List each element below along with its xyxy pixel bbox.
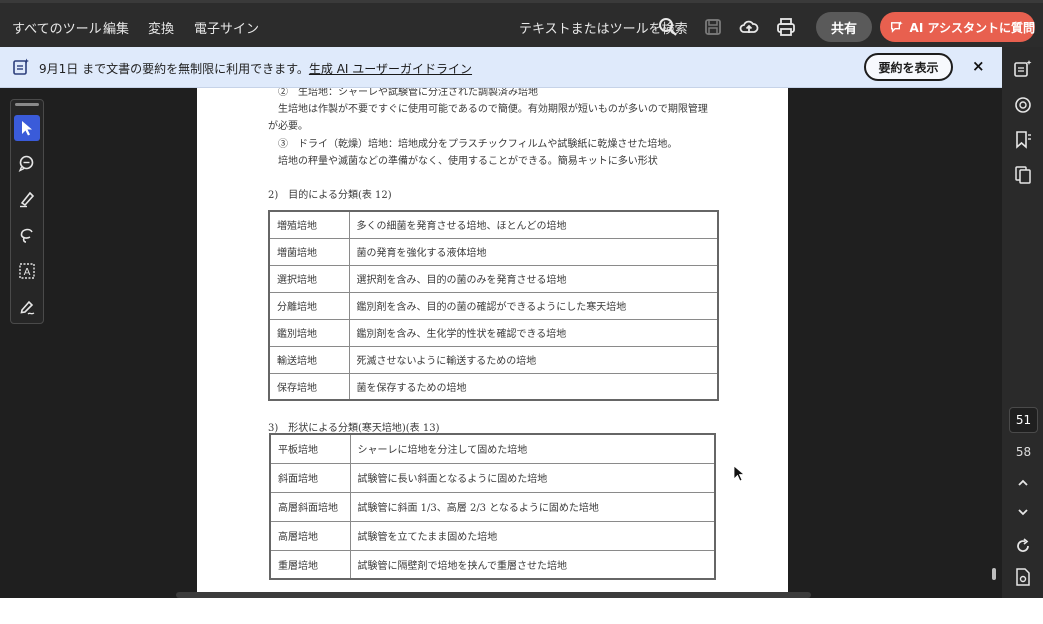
- tool-palette: A: [10, 99, 44, 324]
- table-cell-name: 鑑別培地: [268, 318, 350, 347]
- pages-icon[interactable]: [1013, 165, 1033, 185]
- table-cell-name: 高層斜面培地: [269, 491, 351, 522]
- table-cell-name: 重層培地: [269, 549, 351, 580]
- section-heading-shape: 3) 形状による分類(寒天培地)(表 13): [268, 423, 440, 434]
- upload-cloud-icon[interactable]: [738, 16, 760, 38]
- comment-tool[interactable]: [14, 150, 40, 176]
- save-icon[interactable]: [702, 16, 724, 38]
- table-cell-name: 増殖培地: [268, 210, 350, 239]
- document-page[interactable]: ② 生培地：シャーレや試験管に分注された調製済み培地 生培地は作製が不要ですぐに…: [197, 88, 788, 592]
- table-cell-desc: 試験管に隔壁剤で培地を挟んで重層させた培地: [349, 549, 716, 580]
- menu-all-tools[interactable]: すべてのツール: [12, 18, 102, 37]
- table-cell-desc: シャーレに培地を分注して固めた培地: [349, 433, 716, 464]
- acrobat-window: すべてのツール 編集 変換 電子サイン テキストまたはツールを検索 共有 AI …: [0, 0, 1043, 598]
- comment-icon[interactable]: [1013, 95, 1033, 115]
- doc-line: ② 生培地：シャーレや試験管に分注された調製済み培地: [278, 88, 538, 98]
- lasso-icon: [20, 228, 33, 243]
- table-cell-name: 分離培地: [268, 291, 350, 320]
- current-page-input[interactable]: 51: [1009, 407, 1038, 433]
- lasso-tool[interactable]: [14, 222, 40, 248]
- table-row: 鑑別培地 鑑別剤を含み、生化学的性状を確認できる培地: [268, 318, 719, 347]
- table-row: 高層培地 試験管を立てたまま固めた培地: [269, 520, 716, 551]
- table-row: 増菌培地 菌の発育を強化する液体培地: [268, 237, 719, 266]
- sign-tool[interactable]: [14, 294, 40, 320]
- menu-convert[interactable]: 変換: [148, 18, 174, 37]
- summary-icon[interactable]: [1013, 59, 1033, 79]
- page-settings-icon[interactable]: [1013, 567, 1033, 587]
- table-row: 高層斜面培地 試験管に斜面 1/3、高層 2/3 となるように固めた培地: [269, 491, 716, 522]
- section-heading-purpose: 2) 目的による分類(表 12): [268, 190, 392, 201]
- table-row: 選択培地 選択剤を含み、目的の菌のみを発育させる培地: [268, 264, 719, 293]
- genai-guideline-link[interactable]: 生成 AI ユーザーガイドライン: [309, 62, 472, 76]
- select-tool[interactable]: [14, 115, 40, 141]
- share-button[interactable]: 共有: [816, 12, 872, 42]
- table-12: 増殖培地 多くの細菌を発育させる培地、ほとんどの培地 増菌培地 菌の発育を強化する液…: [268, 210, 719, 401]
- chevron-down-icon[interactable]: [1013, 502, 1033, 522]
- table-cell-desc: 試験管に斜面 1/3、高層 2/3 となるように固めた培地: [349, 491, 716, 522]
- menu-edit[interactable]: 編集: [103, 18, 129, 37]
- ai-assistant-label: AI アシスタントに質問: [909, 20, 1035, 35]
- table-row: 増殖培地 多くの細菌を発育させる培地、ほとんどの培地: [268, 210, 719, 239]
- menu-esign[interactable]: 電子サイン: [194, 18, 259, 37]
- total-pages: 58: [1015, 445, 1032, 459]
- doc-line: が必要。: [268, 121, 308, 132]
- table-cell-name: 高層培地: [269, 520, 351, 551]
- show-summary-button[interactable]: 要約を表示: [864, 53, 953, 81]
- text-box-icon: A: [19, 263, 35, 279]
- mouse-cursor-icon: [733, 465, 745, 482]
- table-row: 分離培地 鑑別剤を含み、目的の菌の確認ができるようにした寒天培地: [268, 291, 719, 320]
- table-13: 平板培地 シャーレに培地を分注して固めた培地 斜面培地 試験管に長い斜面となるように…: [269, 433, 716, 580]
- table-cell-desc: 鑑別剤を含み、目的の菌の確認ができるようにした寒天培地: [348, 291, 719, 320]
- text-box-tool[interactable]: A: [14, 258, 40, 284]
- table-row: 保存培地 菌を保存するための培地: [268, 372, 719, 401]
- table-cell-name: 増菌培地: [268, 237, 350, 266]
- sign-pen-icon: [20, 300, 35, 315]
- table-row: 平板培地 シャーレに培地を分注して固めた培地: [269, 433, 716, 464]
- refresh-icon[interactable]: [1013, 536, 1033, 556]
- ai-summary-icon: [13, 58, 29, 75]
- ai-assistant-button[interactable]: AI アシスタントに質問: [880, 12, 1035, 42]
- table-cell-name: 保存培地: [268, 372, 350, 401]
- right-toolbar: 51 58: [1002, 47, 1043, 598]
- table-cell-desc: 試験管を立てたまま固めた培地: [349, 520, 716, 551]
- doc-line: ③ ドライ（乾燥）培地：培地成分をプラスチックフィルムや試験紙に乾燥させた培地。: [278, 139, 678, 150]
- banner-message: 9月1日 まで文書の要約を無制限に利用できます。生成 AI ユーザーガイドライン: [39, 60, 472, 77]
- palette-drag-handle[interactable]: [15, 103, 39, 106]
- table-cell-desc: 鑑別剤を含み、生化学的性状を確認できる培地: [348, 318, 719, 347]
- table-cell-name: 斜面培地: [269, 462, 351, 493]
- table-cell-name: 選択培地: [268, 264, 350, 293]
- banner-text: 9月1日 まで文書の要約を無制限に利用できます。: [39, 62, 309, 76]
- bookmark-icon[interactable]: [1013, 130, 1033, 150]
- table-cell-desc: 死滅させないように輸送するための培地: [348, 345, 719, 374]
- notification-banner: 9月1日 まで文書の要約を無制限に利用できます。生成 AI ユーザーガイドライン…: [0, 47, 1002, 88]
- top-menu-bar: すべてのツール 編集 変換 電子サイン テキストまたはツールを検索 共有 AI …: [0, 0, 1043, 47]
- table-cell-name: 輸送培地: [268, 345, 350, 374]
- select-icon: [22, 121, 32, 136]
- table-row: 輸送培地 死滅させないように輸送するための培地: [268, 345, 719, 374]
- vertical-scrollbar-thumb[interactable]: [992, 568, 996, 580]
- print-icon[interactable]: [775, 16, 797, 38]
- highlight-tool[interactable]: [14, 186, 40, 212]
- doc-line: 培地の秤量や滅菌などの準備がなく、使用することができる。簡易キットに多い形状: [278, 156, 658, 167]
- table-row: 重層培地 試験管に隔壁剤で培地を挟んで重層させた培地: [269, 549, 716, 580]
- table-cell-desc: 選択剤を含み、目的の菌のみを発育させる培地: [348, 264, 719, 293]
- table-cell-name: 平板培地: [269, 433, 351, 464]
- table-cell-desc: 試験管に長い斜面となるように固めた培地: [349, 462, 716, 493]
- close-banner-button[interactable]: ×: [972, 57, 985, 75]
- table-cell-desc: 多くの細菌を発育させる培地、ほとんどの培地: [348, 210, 719, 239]
- table-cell-desc: 菌の発育を強化する液体培地: [348, 237, 719, 266]
- table-row: 斜面培地 試験管に長い斜面となるように固めた培地: [269, 462, 716, 493]
- search-icon[interactable]: [657, 16, 679, 38]
- comment-add-icon: [18, 155, 34, 172]
- highlight-pen-icon: [20, 191, 35, 208]
- ai-assistant-icon: [891, 21, 903, 33]
- table-cell-desc: 菌を保存するための培地: [348, 372, 719, 401]
- horizontal-scrollbar[interactable]: [176, 592, 811, 598]
- doc-line: 生培地は作製が不要ですぐに使用可能であるので簡便。有効期限が短いものが多いので期…: [278, 104, 708, 115]
- chevron-up-icon[interactable]: [1013, 473, 1033, 493]
- svg-text:A: A: [24, 267, 31, 278]
